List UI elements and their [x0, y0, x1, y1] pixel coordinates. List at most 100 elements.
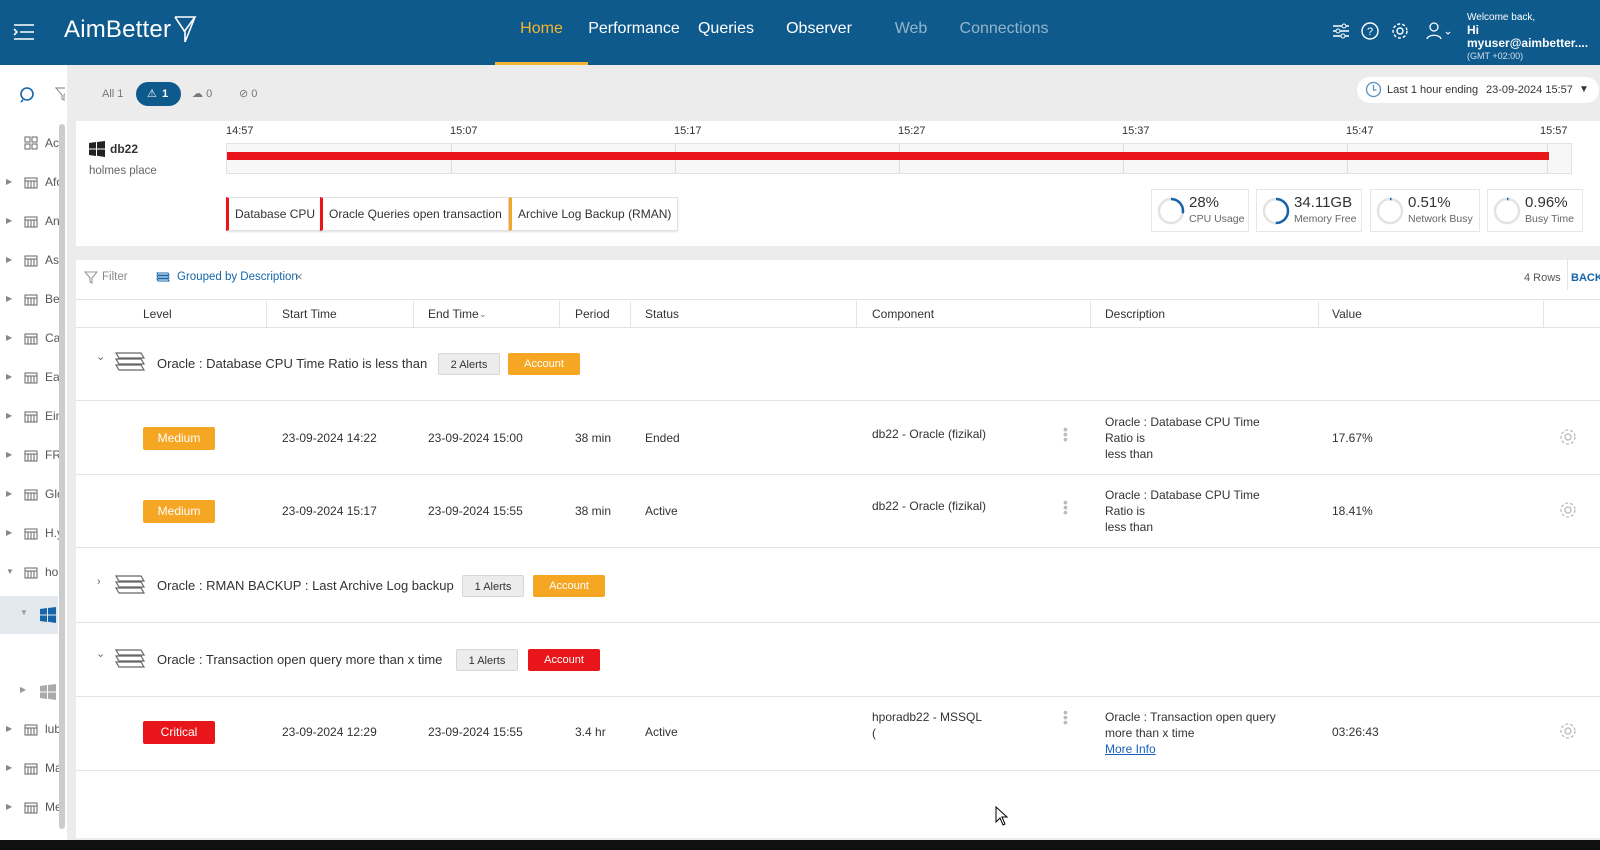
search-icon[interactable]: [18, 85, 38, 108]
expand-arrow-icon[interactable]: ▶: [6, 802, 12, 811]
alerts-count-badge[interactable]: 1 Alerts: [456, 649, 518, 671]
group-row[interactable]: › Oracle : RMAN BACKUP : Last Archive Lo…: [76, 548, 1600, 622]
sidebar-item[interactable]: ▼ hol: [0, 553, 59, 592]
nav-queries[interactable]: Queries: [690, 0, 762, 65]
table-row[interactable]: Medium 23-09-2024 15:17 23-09-2024 15:55…: [76, 475, 1600, 547]
menu-toggle-icon[interactable]: [12, 20, 36, 44]
sort-desc-icon[interactable]: ⌄: [479, 309, 487, 320]
column-header-start-time[interactable]: Start Time: [282, 307, 337, 321]
expand-arrow-icon[interactable]: ▶: [20, 685, 26, 694]
sidebar-item[interactable]: ▶ FR: [0, 436, 59, 475]
table-filter-button[interactable]: Filter: [102, 271, 128, 283]
time-range-selector[interactable]: Last 1 hour ending 23-09-2024 15:57 ▼: [1357, 77, 1599, 103]
group-row[interactable]: ⌄ Oracle : Database CPU Time Ratio is le…: [76, 328, 1600, 400]
alert-timeline[interactable]: [226, 143, 1572, 174]
sidebar-item[interactable]: ▶ As: [0, 241, 59, 280]
chevron-down-icon[interactable]: ⌄: [96, 350, 105, 363]
more-vertical-icon[interactable]: • • •: [1063, 705, 1068, 729]
filter-all[interactable]: All 1: [102, 82, 123, 106]
timeline-alert-bar[interactable]: [227, 152, 1549, 160]
gear-icon[interactable]: [1558, 427, 1578, 450]
expand-arrow-icon[interactable]: ▶: [6, 255, 12, 264]
sidebar-item[interactable]: ▶ Glo: [0, 475, 59, 514]
gear-icon[interactable]: [1389, 20, 1411, 42]
sidebar-scrollbar[interactable]: [59, 124, 65, 829]
grouped-by-chip[interactable]: Grouped by Description: [177, 271, 298, 283]
kpi-memory-free[interactable]: 34.11GB Memory Free: [1256, 189, 1362, 232]
user-avatar-icon[interactable]: [1425, 20, 1451, 42]
nav-observer[interactable]: Observer: [780, 0, 858, 65]
sidebar-item[interactable]: ▶ Ca: [0, 319, 59, 358]
column-header-period[interactable]: Period: [575, 307, 610, 321]
component-tag-oracle-queries[interactable]: Oracle Queries open transaction: [320, 197, 509, 231]
table-row[interactable]: Medium 23-09-2024 14:22 23-09-2024 15:00…: [76, 401, 1600, 474]
gear-icon[interactable]: [1558, 500, 1578, 523]
expand-arrow-icon[interactable]: ▶: [6, 411, 12, 420]
account-badge[interactable]: Account: [528, 649, 600, 671]
alerts-count-badge[interactable]: 2 Alerts: [438, 353, 500, 375]
sidebar-server[interactable]: ▶: [0, 673, 58, 711]
sidebar-item[interactable]: ▶ H.y: [0, 514, 59, 553]
column-header-description[interactable]: Description: [1105, 307, 1165, 321]
column-header-status[interactable]: Status: [645, 307, 679, 321]
expand-arrow-icon[interactable]: ▶: [6, 372, 12, 381]
more-info-link[interactable]: More Info: [1105, 741, 1283, 757]
filter-funnel-icon[interactable]: [83, 271, 99, 288]
sidebar-item[interactable]: ▶ Eas: [0, 358, 59, 397]
expand-arrow-icon[interactable]: ▶: [6, 724, 12, 733]
nav-connections[interactable]: Connections: [956, 0, 1052, 65]
alerts-count-badge[interactable]: 1 Alerts: [462, 575, 524, 597]
account-badge[interactable]: Account: [533, 575, 605, 597]
back-button[interactable]: BACK: [1571, 272, 1600, 284]
expand-arrow-icon[interactable]: ▼: [20, 608, 28, 617]
gear-icon[interactable]: [1558, 721, 1578, 744]
expand-arrow-icon[interactable]: ▼: [6, 567, 14, 576]
component-tag-database-cpu[interactable]: Database CPU: [226, 197, 323, 231]
chevron-down-icon[interactable]: ⌄: [96, 647, 105, 660]
sidebar-item[interactable]: ▶ lub: [0, 710, 59, 749]
sidebar-item[interactable]: ▶ Afo: [0, 163, 59, 202]
expand-arrow-icon[interactable]: ▶: [6, 528, 12, 537]
sidebar-item[interactable]: ▶ An: [0, 202, 59, 241]
expand-arrow-icon[interactable]: ▶: [6, 763, 12, 772]
group-row[interactable]: ⌄ Oracle : Transaction open query more t…: [76, 623, 1600, 696]
account-badge[interactable]: Account: [508, 353, 580, 375]
filter-icon[interactable]: [55, 86, 65, 105]
expand-arrow-icon[interactable]: ▶: [6, 177, 12, 186]
settings-sliders-icon[interactable]: [1330, 20, 1352, 42]
remove-group-close-icon[interactable]: ×: [295, 269, 303, 284]
column-header-end-time[interactable]: End Time: [428, 307, 479, 321]
filter-cloud[interactable]: ☁ 0: [192, 82, 212, 106]
kpi-network-busy[interactable]: 0.51% Network Busy: [1370, 189, 1480, 232]
expand-arrow-icon[interactable]: ▶: [6, 450, 12, 459]
column-header-level[interactable]: Level: [143, 307, 172, 321]
user-welcome[interactable]: Welcome back, Hi myuser@aimbetter.... (G…: [1467, 11, 1600, 63]
component-tag-archive-log[interactable]: Archive Log Backup (RMAN): [509, 197, 679, 231]
kpi-cpu-usage[interactable]: 28% CPU Usage: [1151, 189, 1249, 232]
expand-arrow-icon[interactable]: ▶: [6, 216, 12, 225]
expand-arrow-icon[interactable]: ▶: [6, 489, 12, 498]
sidebar-item[interactable]: Ac: [0, 124, 59, 163]
app-logo[interactable]: AimBetter: [64, 16, 171, 44]
sidebar-item[interactable]: ▶ Ein: [0, 397, 59, 436]
sidebar-item[interactable]: ▶ Ma: [0, 749, 59, 788]
table-row[interactable]: Critical 23-09-2024 12:29 23-09-2024 15:…: [76, 697, 1600, 770]
sidebar-item[interactable]: ▶ Be: [0, 280, 59, 319]
kpi-busy-time[interactable]: 0.96% Busy Time: [1487, 189, 1583, 232]
more-vertical-icon[interactable]: • • •: [1063, 422, 1068, 446]
expand-arrow-icon[interactable]: ▶: [6, 294, 12, 303]
filter-alerts[interactable]: ⚠ 1: [136, 82, 181, 106]
nav-performance[interactable]: Performance: [588, 0, 680, 65]
filter-checks[interactable]: ⊘ 0: [239, 82, 257, 106]
nav-web[interactable]: Web: [886, 0, 936, 65]
chevron-right-icon[interactable]: ›: [97, 576, 101, 588]
sidebar-server-selected[interactable]: ▼: [0, 596, 58, 634]
sidebar-item[interactable]: ▶ Me: [0, 788, 59, 827]
expand-arrow-icon[interactable]: ▶: [6, 333, 12, 342]
more-vertical-icon[interactable]: • • •: [1063, 495, 1068, 519]
nav-home[interactable]: Home: [495, 0, 588, 65]
column-header-component[interactable]: Component: [872, 307, 934, 321]
component: hporadb22 - MSSQL (: [872, 709, 982, 741]
help-icon[interactable]: ?: [1359, 20, 1381, 42]
column-header-value[interactable]: Value: [1332, 307, 1362, 321]
